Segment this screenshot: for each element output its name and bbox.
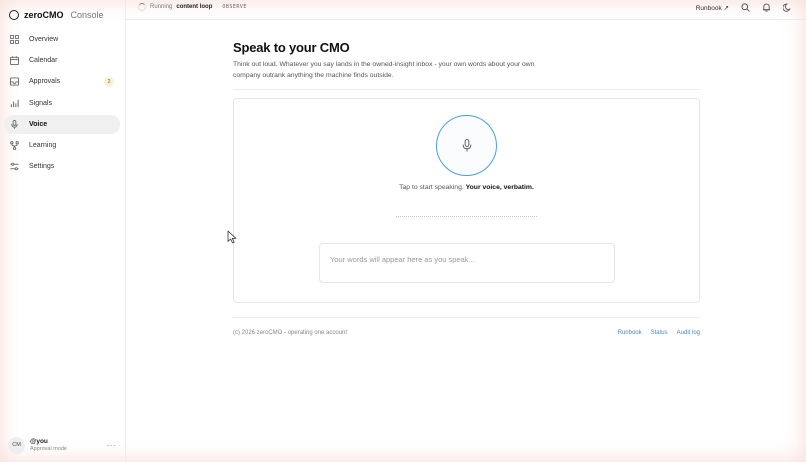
record-hint: Tap to start speaking. Your voice, verba… xyxy=(234,184,699,191)
footer-copyright: (c) 2026 zeroCMO - operating one account xyxy=(233,330,348,337)
branch-icon xyxy=(10,141,19,150)
microphone-icon xyxy=(10,119,19,129)
sidebar-item-calendar[interactable]: Calendar xyxy=(4,51,120,70)
runbook-link[interactable]: Runbook ↗ xyxy=(696,4,729,12)
bars-icon xyxy=(10,99,19,108)
divider xyxy=(233,89,700,91)
status-mode: OBSERVE xyxy=(222,4,247,10)
sliders-icon xyxy=(10,162,19,171)
inbox-icon xyxy=(10,77,19,86)
more-options-icon[interactable]: ··· xyxy=(107,441,117,450)
sidebar-item-approvals[interactable]: Approvals 2 xyxy=(4,72,120,91)
footer-links: Runbook Status Audit log xyxy=(618,330,700,336)
spinner-icon xyxy=(138,3,146,11)
sidebar-item-label: Settings xyxy=(29,163,55,171)
search-icon[interactable] xyxy=(741,3,750,12)
grid-icon xyxy=(10,35,19,44)
topbar-actions: Runbook ↗ xyxy=(696,3,792,12)
app-window: zeroCMO Console Overview Calendar Approv… xyxy=(0,0,806,462)
sidebar-item-settings[interactable]: Settings xyxy=(4,157,120,176)
status-running: Running xyxy=(150,4,173,10)
sidebar: zeroCMO Console Overview Calendar Approv… xyxy=(0,0,126,462)
user-mode: Approval mode xyxy=(30,445,67,452)
footer-link-audit-log[interactable]: Audit log xyxy=(677,330,700,336)
topbar: Running content loop · OBSERVE Runbook ↗ xyxy=(126,0,806,20)
footer-link-status[interactable]: Status xyxy=(651,330,668,336)
page-title: Speak to your CMO xyxy=(233,40,350,55)
record-button[interactable] xyxy=(436,115,497,177)
logo-icon xyxy=(9,10,19,20)
microphone-icon xyxy=(462,139,471,152)
user-handle: @you xyxy=(30,438,48,446)
voice-capture-card: Tap to start speaking. Your voice, verba… xyxy=(233,98,700,304)
sidebar-item-learning[interactable]: Learning xyxy=(4,136,120,155)
mouse-cursor-icon xyxy=(227,230,237,244)
calendar-icon xyxy=(10,56,19,66)
moon-icon[interactable] xyxy=(783,3,792,12)
main-content: Speak to your CMO Think out loud. Whatev… xyxy=(233,40,700,336)
sidebar-nav: Overview Calendar Approvals 2 Signals Vo… xyxy=(4,30,120,178)
user-profile[interactable]: CM @you Approval mode ··· xyxy=(8,436,118,454)
audio-waveform xyxy=(396,216,537,218)
user-info: @you Approval mode xyxy=(30,438,67,452)
transcript-box[interactable]: Your words will appear here as you speak… xyxy=(319,243,615,284)
hint-emphasis: Your voice, verbatim. xyxy=(465,184,534,192)
loop-status: Running content loop · OBSERVE xyxy=(138,3,247,11)
sidebar-item-label: Approvals xyxy=(29,78,61,86)
sidebar-item-label: Signals xyxy=(29,99,52,107)
footer: (c) 2026 zeroCMO - operating one account… xyxy=(233,317,700,336)
page-intro: Think out loud. Whatever you say lands i… xyxy=(233,61,535,79)
hint-text: Tap to start speaking. xyxy=(399,184,464,192)
brand-name: zeroCMO xyxy=(24,10,64,20)
sidebar-item-label: Calendar xyxy=(29,57,58,65)
approvals-count-badge: 2 xyxy=(104,76,114,87)
sidebar-item-label: Overview xyxy=(29,36,59,43)
sidebar-item-signals[interactable]: Signals xyxy=(4,94,120,113)
sidebar-item-overview[interactable]: Overview xyxy=(4,30,120,49)
status-separator: · xyxy=(216,4,219,10)
status-loop-name: content loop xyxy=(176,4,213,10)
sidebar-item-label: Learning xyxy=(29,141,57,149)
sidebar-item-voice[interactable]: Voice xyxy=(4,114,120,134)
footer-link-runbook[interactable]: Runbook xyxy=(618,330,642,336)
avatar: CM xyxy=(8,436,25,454)
brand-suffix: Console xyxy=(70,10,104,20)
brand[interactable]: zeroCMO Console xyxy=(9,9,104,21)
sidebar-item-label: Voice xyxy=(29,120,48,128)
bell-icon[interactable] xyxy=(762,3,771,12)
